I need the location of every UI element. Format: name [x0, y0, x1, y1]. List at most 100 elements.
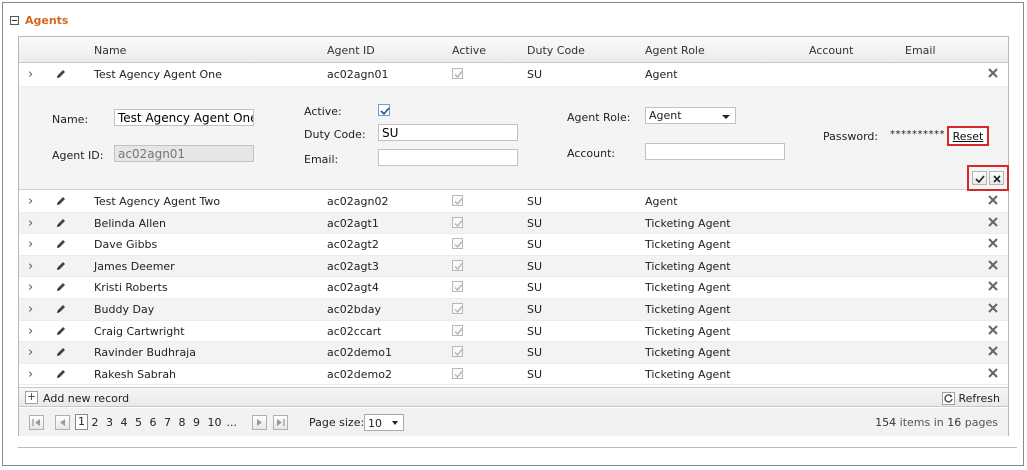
- edit-form: Name: Test Agency Agent One Agent ID: ac…: [19, 87, 1008, 190]
- expand-chevron-icon[interactable]: ›: [28, 280, 33, 295]
- agent-id-label: Agent ID:: [52, 149, 104, 162]
- page-number[interactable]: 10: [208, 416, 222, 429]
- table-row-expanded: › Test Agency Agent One ac02agn01 SU Age…: [19, 64, 1008, 87]
- delete-x-icon[interactable]: [987, 216, 999, 228]
- checkmark-icon: [975, 175, 985, 184]
- edit-pencil-icon[interactable]: [55, 68, 67, 80]
- plus-icon[interactable]: +: [25, 391, 38, 404]
- page-number[interactable]: 1: [75, 414, 88, 430]
- row-active-checkbox: [452, 367, 463, 379]
- row-active-checkbox: [452, 238, 463, 250]
- edit-pencil-icon[interactable]: [55, 303, 67, 315]
- delete-x-icon[interactable]: [987, 345, 999, 357]
- save-button[interactable]: [972, 171, 987, 185]
- row-duty-code: SU: [527, 68, 543, 81]
- duty-code-label: Duty Code:: [304, 128, 366, 141]
- table-row: › Craig Cartwright ac02ccart SU Ticketing Ag…: [19, 321, 1008, 343]
- pages-text: pages: [964, 416, 998, 429]
- row-agent-id: ac02agn02: [327, 195, 389, 208]
- active-checkbox[interactable]: [378, 104, 390, 116]
- row-agent-id: ac02agt1: [327, 216, 379, 230]
- edit-pencil-icon[interactable]: [55, 281, 67, 293]
- panel-bottom-divider: [18, 447, 1017, 448]
- collapse-icon[interactable]: [10, 15, 19, 25]
- page-number[interactable]: 7: [164, 416, 171, 429]
- page-number[interactable]: 9: [193, 416, 200, 429]
- page-size-select[interactable]: 10: [364, 414, 404, 431]
- row-name: Dave Gibbs: [94, 238, 158, 252]
- grid-toolbar: + Add new record Refresh: [19, 387, 1008, 407]
- name-label: Name:: [52, 113, 89, 126]
- expand-chevron-icon[interactable]: ›: [28, 237, 33, 252]
- expand-chevron-icon[interactable]: ›: [28, 67, 33, 82]
- next-page-button[interactable]: [252, 415, 267, 430]
- column-header-name[interactable]: Name: [94, 44, 126, 57]
- page-number[interactable]: ...: [227, 416, 238, 429]
- reset-password-button[interactable]: Reset: [947, 126, 989, 146]
- delete-x-icon[interactable]: [987, 280, 999, 292]
- page-number[interactable]: 2: [92, 416, 99, 429]
- email-label: Email:: [304, 153, 339, 166]
- expand-chevron-icon[interactable]: ›: [28, 259, 33, 274]
- table-row: › Test Agency Agent Two ac02agn02 SU Agent: [19, 191, 1008, 213]
- page-number[interactable]: 4: [121, 416, 128, 429]
- row-agent-id: ac02agn01: [327, 68, 389, 81]
- page-number[interactable]: 6: [150, 416, 157, 429]
- page-number[interactable]: 8: [179, 416, 186, 429]
- grid-header: Name Agent ID Active Duty Code Agent Rol…: [19, 37, 1008, 63]
- row-duty-code: SU: [527, 346, 543, 360]
- account-input[interactable]: [645, 143, 785, 160]
- expand-chevron-icon[interactable]: ›: [28, 194, 33, 209]
- name-input[interactable]: Test Agency Agent One: [114, 109, 254, 126]
- page-number[interactable]: 5: [135, 416, 142, 429]
- duty-code-input[interactable]: SU: [378, 124, 518, 141]
- edit-pencil-icon[interactable]: [55, 325, 67, 337]
- row-name: James Deemer: [94, 259, 175, 273]
- row-agent-role: Ticketing Agent: [645, 346, 731, 360]
- delete-x-icon[interactable]: [987, 367, 999, 379]
- column-header-email[interactable]: Email: [905, 44, 936, 57]
- agent-role-select[interactable]: Agent: [645, 107, 736, 124]
- edit-pencil-icon[interactable]: [55, 217, 67, 229]
- row-agent-role: Agent: [645, 68, 678, 81]
- row-name: Craig Cartwright: [94, 324, 185, 338]
- email-input[interactable]: [378, 149, 518, 166]
- row-name: Test Agency Agent Two: [94, 195, 221, 208]
- column-header-account[interactable]: Account: [809, 44, 853, 57]
- delete-x-icon[interactable]: [987, 67, 999, 79]
- first-page-button[interactable]: [29, 415, 44, 430]
- edit-pencil-icon[interactable]: [55, 346, 67, 358]
- edit-pencil-icon[interactable]: [55, 260, 67, 272]
- edit-pencil-icon[interactable]: [55, 368, 67, 380]
- column-header-duty-code[interactable]: Duty Code: [527, 44, 585, 57]
- refresh-button[interactable]: Refresh: [942, 391, 1000, 405]
- expand-chevron-icon[interactable]: ›: [28, 216, 33, 231]
- delete-x-icon[interactable]: [987, 324, 999, 336]
- page-number[interactable]: 3: [106, 416, 113, 429]
- row-active-checkbox: [452, 346, 463, 358]
- table-row: › Ravinder Budhraja ac02demo1 SU Ticketing A…: [19, 342, 1008, 364]
- expand-chevron-icon[interactable]: ›: [28, 367, 33, 382]
- expand-chevron-icon[interactable]: ›: [28, 345, 33, 360]
- delete-x-icon[interactable]: [987, 194, 999, 206]
- add-new-record-button[interactable]: Add new record: [43, 392, 129, 405]
- row-name: Kristi Roberts: [94, 281, 168, 295]
- delete-x-icon[interactable]: [987, 237, 999, 249]
- page-size-value: 10: [368, 417, 382, 430]
- column-header-active[interactable]: Active: [452, 44, 486, 57]
- row-agent-id: ac02ccart: [327, 324, 382, 338]
- table-row: › Buddy Day ac02bday SU Ticketing Agent: [19, 299, 1008, 321]
- expand-chevron-icon[interactable]: ›: [28, 324, 33, 339]
- cancel-button[interactable]: [989, 171, 1004, 185]
- column-header-agent-role[interactable]: Agent Role: [645, 44, 705, 57]
- edit-pencil-icon[interactable]: [55, 195, 67, 207]
- delete-x-icon[interactable]: [987, 302, 999, 314]
- delete-x-icon[interactable]: [987, 259, 999, 271]
- row-name: Buddy Day: [94, 303, 155, 316]
- panel-header: Agents: [10, 12, 68, 28]
- column-header-agent-id[interactable]: Agent ID: [327, 44, 375, 57]
- prev-page-button[interactable]: [55, 415, 70, 430]
- edit-pencil-icon[interactable]: [55, 238, 67, 250]
- expand-chevron-icon[interactable]: ›: [28, 302, 33, 317]
- last-page-button[interactable]: [273, 415, 288, 430]
